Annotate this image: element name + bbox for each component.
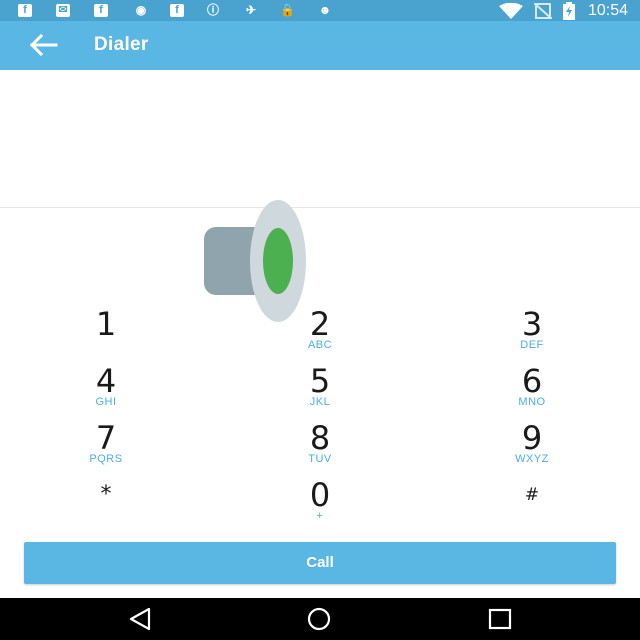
lock-icon: 🔒 — [280, 3, 295, 17]
number-display[interactable] — [0, 70, 640, 208]
key-letters: + — [316, 510, 324, 522]
status-time: 10:54 — [587, 2, 628, 19]
status-bar: f ✉ f ◉ f ⓘ ✈ 🔒 ☻ 10:54 — [0, 0, 640, 21]
key-letters: PQRS — [89, 453, 123, 465]
key-letters: GHI — [95, 396, 117, 408]
key-digit: 0 — [309, 476, 331, 514]
android-icon: ☻ — [318, 3, 332, 17]
toolbar: Dialer — [0, 21, 640, 70]
key-letters: TUV — [308, 453, 332, 465]
key-star[interactable]: * — [46, 478, 166, 530]
key-7[interactable]: 7 PQRS — [46, 421, 166, 473]
keypad: 1 2 ABC 3 DEF 4 GHI 5 JKL 6 MNO 7 PQRS 8… — [0, 302, 640, 532]
key-1[interactable]: 1 — [46, 307, 166, 359]
key-8[interactable]: 8 TUV — [260, 421, 380, 473]
wifi-icon — [498, 2, 523, 19]
facebook-icon: f — [18, 4, 32, 17]
key-digit: 5 — [309, 362, 331, 400]
facebook-icon: f — [94, 4, 108, 17]
eye-icon: ◉ — [135, 3, 147, 17]
navigation-bar — [0, 598, 640, 640]
key-0[interactable]: 0 + — [260, 478, 380, 530]
key-digit: 9 — [521, 419, 543, 457]
key-digit: 6 — [521, 362, 543, 400]
key-digit: 3 — [521, 305, 543, 343]
key-letters: MNO — [518, 396, 546, 408]
key-digit: 8 — [309, 419, 331, 457]
key-6[interactable]: 6 MNO — [472, 364, 592, 416]
home-circle-icon[interactable] — [306, 607, 332, 631]
key-hash[interactable]: # — [472, 478, 592, 530]
arrow-left-icon[interactable] — [28, 31, 60, 59]
key-letters: JKL — [309, 396, 331, 408]
email-icon: ✉ — [56, 4, 70, 17]
recents-square-icon[interactable] — [487, 607, 513, 631]
key-letters: DEF — [520, 339, 544, 351]
key-digit: * — [100, 482, 112, 507]
key-3[interactable]: 3 DEF — [472, 307, 592, 359]
key-digit: 4 — [95, 362, 117, 400]
key-digit: 7 — [95, 419, 117, 457]
key-4[interactable]: 4 GHI — [46, 364, 166, 416]
battery-charging-icon — [562, 1, 575, 20]
key-5[interactable]: 5 JKL — [260, 364, 380, 416]
call-button[interactable]: Call — [24, 542, 616, 584]
back-triangle-icon[interactable] — [127, 607, 153, 631]
facebook-icon: f — [170, 4, 184, 17]
key-2[interactable]: 2 ABC — [260, 307, 380, 359]
key-letters: ABC — [307, 339, 333, 351]
key-digit: 2 — [309, 305, 331, 343]
key-digit: 1 — [95, 305, 117, 343]
key-9[interactable]: 9 WXYZ — [472, 421, 592, 473]
page-title: Dialer — [94, 34, 149, 55]
info-icon: ⓘ — [206, 3, 219, 17]
no-sim-icon — [533, 2, 552, 19]
key-digit: # — [524, 485, 540, 505]
key-letters: WXYZ — [515, 453, 549, 465]
satellite-icon: ✈ — [245, 3, 257, 17]
